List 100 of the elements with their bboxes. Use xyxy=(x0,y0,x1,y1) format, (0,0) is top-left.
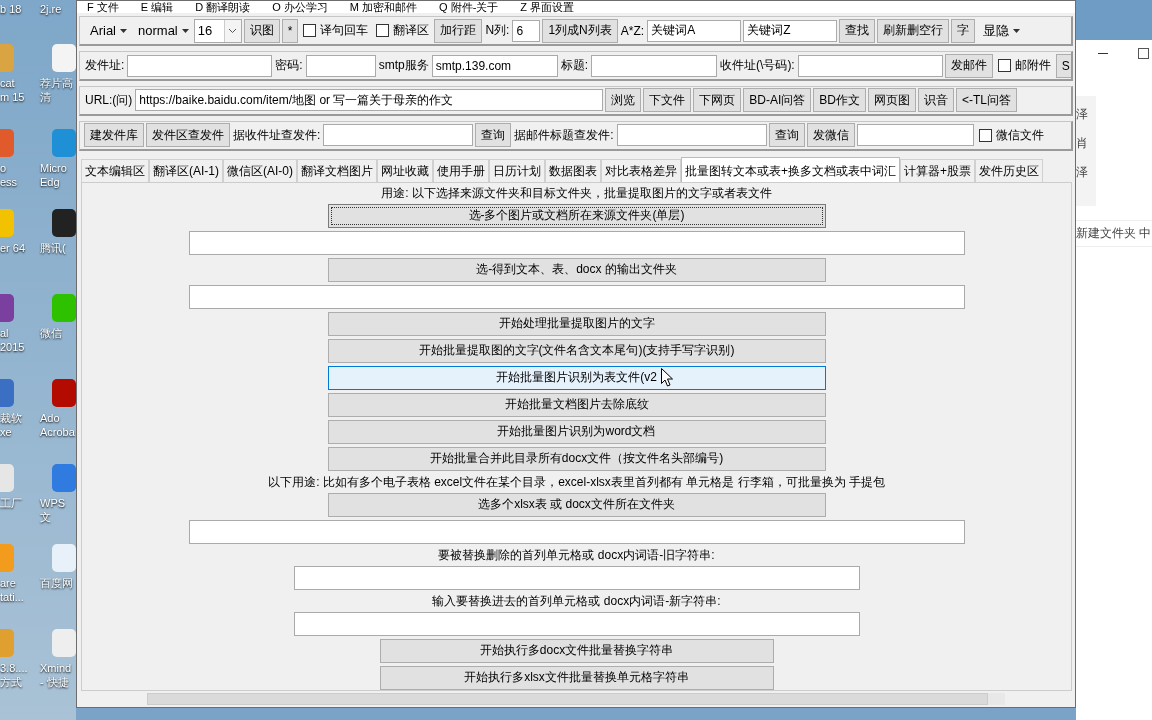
toolbar-button[interactable]: 发微信 xyxy=(806,123,855,148)
menu-item[interactable]: E 编辑 xyxy=(140,1,174,14)
tab[interactable]: 数据图表 xyxy=(545,158,601,182)
tab[interactable]: 微信区(AI-0) xyxy=(223,158,297,182)
action-button[interactable]: 开始批量图片识别为word文档 xyxy=(327,419,826,444)
path-field[interactable] xyxy=(188,230,965,255)
toolbar-button[interactable]: 识音 xyxy=(918,88,955,113)
text-field[interactable] xyxy=(797,54,943,77)
field-label: N列: xyxy=(484,22,511,40)
action-button[interactable]: 开始处理批量提取图片的文字 xyxy=(327,311,826,336)
action-button[interactable]: 开始批量文档图片去除底纹 xyxy=(327,392,826,417)
menu-item[interactable]: M 加密和邮件 xyxy=(349,1,418,14)
path-field[interactable] xyxy=(188,284,965,309)
text-field[interactable] xyxy=(591,54,718,77)
toolbar-button[interactable]: 网页图 xyxy=(868,88,917,113)
maximize-button[interactable] xyxy=(1138,48,1149,59)
text-field[interactable] xyxy=(616,124,767,147)
action-button[interactable]: 选多个xlsx表 或 docx文件所在文件夹 xyxy=(327,492,826,517)
checkbox[interactable]: 邮附件 xyxy=(994,57,1054,75)
text-field[interactable]: 关键词Z xyxy=(743,19,838,42)
tab[interactable]: 日历计划 xyxy=(489,158,545,182)
action-button[interactable]: 开始执行多xlsx文件批量替换单元格字符串 xyxy=(379,665,774,690)
toolbar-button[interactable]: 加行距 xyxy=(434,18,483,43)
horizontal-scrollbar[interactable] xyxy=(147,692,1005,705)
toolbar-button[interactable]: 识图 xyxy=(243,18,280,43)
path-field[interactable] xyxy=(188,519,965,544)
toolbar-button[interactable]: BD作文 xyxy=(813,88,867,113)
icon-label: 工厂 xyxy=(0,496,22,510)
tab[interactable]: 翻译区(AI-1) xyxy=(149,158,223,182)
icon-label: Micro Edg xyxy=(40,161,67,189)
menu-item[interactable]: O 办公学习 xyxy=(272,1,328,14)
menu-item[interactable]: F 文件 xyxy=(87,1,119,14)
text-field[interactable]: 6 xyxy=(512,19,541,42)
tab[interactable]: 网址收藏 xyxy=(377,158,433,182)
tab[interactable]: 对比表格差异 xyxy=(601,158,681,182)
instruction-text: 以下用途: 比如有多个电子表格 excel文件在某个目录，excel-xlsx表里首列都有 单元格是 行李箱，可批量换为 手提包 xyxy=(268,473,885,490)
app-icon[interactable] xyxy=(52,379,76,407)
caret-icon xyxy=(120,28,127,33)
checkbox[interactable]: 翻译区 xyxy=(373,22,433,40)
text-field[interactable] xyxy=(305,54,376,77)
path-field[interactable] xyxy=(293,565,860,590)
toolbar-button[interactable]: 建发件库 xyxy=(84,123,144,148)
toolbar-button[interactable]: S xyxy=(1055,53,1071,78)
menu-item[interactable]: D 翻译朗读 xyxy=(195,1,251,14)
tab[interactable]: 翻译文档图片 xyxy=(297,158,377,182)
icon-label: b 18 xyxy=(0,2,22,16)
checkbox[interactable]: 微信文件 xyxy=(975,126,1047,144)
icon-label: 百度网 xyxy=(40,576,73,590)
icon-label: 3.8.... 方式 xyxy=(0,661,28,689)
icon-label: are tati... xyxy=(0,576,24,604)
toolbar-button[interactable]: 发件区查发件 xyxy=(146,123,230,148)
action-button[interactable]: 开始批量提取图的文字(文件名含文本尾句)(支持手写字识别) xyxy=(327,338,826,363)
path-field[interactable] xyxy=(293,611,860,636)
text-field[interactable]: https://baike.baidu.com/item/地图 or 写一篇关于母亲的作文 xyxy=(135,89,604,112)
toolbar-button[interactable]: 下文件 xyxy=(643,88,692,113)
toolbar-button[interactable]: 发邮件 xyxy=(944,53,993,78)
action-button[interactable]: 选-多个图片或文档所在来源文件夹(单层) xyxy=(327,203,826,228)
toolbar-button[interactable]: * xyxy=(281,18,299,43)
menu-item[interactable]: Q 附件-关于 xyxy=(439,1,499,14)
checkbox[interactable]: 译句回车 xyxy=(300,22,372,40)
tab[interactable]: 发件历史区 xyxy=(975,158,1044,182)
text-field[interactable] xyxy=(127,54,273,77)
text-field[interactable]: smtp.139.com xyxy=(431,54,558,77)
font-dropdown[interactable]: Arial xyxy=(84,19,130,42)
menu-item[interactable]: Z 界面设置 xyxy=(520,1,575,14)
instruction-text: 要被替换删除的首列单元格或 docx内词语-旧字符串: xyxy=(438,546,715,563)
app-icon[interactable] xyxy=(52,209,76,237)
action-button[interactable]: 开始批量合并此目录所有docx文件（按文件名头部编号) xyxy=(327,446,826,471)
toolbar-button[interactable]: 查找 xyxy=(839,18,876,43)
tab[interactable]: 使用手册 xyxy=(433,158,489,182)
toolbar-button[interactable]: 刷新删空行 xyxy=(877,18,950,43)
font-dropdown[interactable]: normal xyxy=(132,19,192,42)
size-combobox[interactable]: 16 xyxy=(193,18,242,43)
tab[interactable]: 文本编辑区 xyxy=(81,158,149,182)
toolbar-button[interactable]: 查询 xyxy=(475,123,512,148)
icon-label: WPS文 xyxy=(40,496,67,524)
icon-label: 2j.re xyxy=(40,2,62,16)
toolbar-button[interactable]: 浏览 xyxy=(605,88,642,113)
text-field[interactable]: 关键词A xyxy=(647,19,742,42)
field-label: 收件址(\号码): xyxy=(719,57,796,75)
toolbar-button[interactable]: 下网页 xyxy=(693,88,742,113)
action-button[interactable]: 开始批量图片识别为表文件(v2 xyxy=(327,365,826,390)
text-field[interactable] xyxy=(856,124,974,147)
toolbar-button[interactable]: 字 xyxy=(951,18,976,43)
field-label: 发件址: xyxy=(84,57,126,75)
toolbar-button[interactable]: <-TL问答 xyxy=(956,88,1018,113)
caret-icon xyxy=(1013,28,1021,33)
action-button[interactable]: 选-得到文本、表、docx 的输出文件夹 xyxy=(327,257,826,282)
icon-label: o ess xyxy=(0,161,18,189)
action-button[interactable]: 开始执行多docx文件批量替换字符串 xyxy=(379,638,774,663)
tab[interactable]: 计算器+股票 xyxy=(900,158,976,182)
caret-icon xyxy=(228,27,238,34)
side-label: 肖 xyxy=(1076,135,1089,152)
tab[interactable]: 批量图转文本或表+换多文档或表中词汇 xyxy=(681,156,900,182)
toolbar-button[interactable]: 查询 xyxy=(768,123,805,148)
folder-name[interactable]: 新建文件夹 中 xyxy=(1076,220,1152,247)
font-dropdown[interactable]: 显隐 xyxy=(977,19,1024,42)
text-field[interactable] xyxy=(323,124,474,147)
toolbar-button[interactable]: BD-AI问答 xyxy=(743,88,812,113)
toolbar-button[interactable]: 1列成N列表 xyxy=(542,18,618,43)
